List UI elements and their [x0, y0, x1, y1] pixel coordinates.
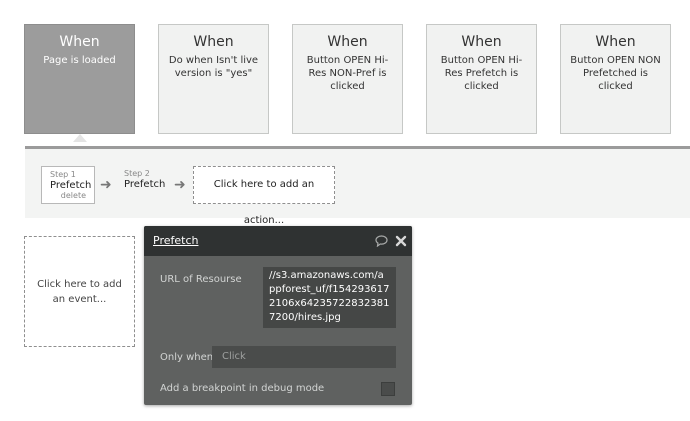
prefetch-property-panel: Prefetch URL of Resourse //s3.amazonaws.… [144, 226, 412, 405]
event-card-hires-prefetch[interactable]: When Button OPEN Hi-Res Prefetch is clic… [426, 24, 537, 134]
panel-header: Prefetch [144, 226, 412, 256]
step-name: Prefetch [50, 180, 92, 191]
event-card-hires-nonpref[interactable]: When Button OPEN Hi-Res NON-Pref is clic… [292, 24, 403, 134]
workflow-step-1[interactable]: Step 1 Prefetch delete [41, 166, 95, 204]
event-card-description: Do when Isn't live version is "yes" [168, 55, 259, 79]
event-card-live-version[interactable]: When Do when Isn't live version is "yes" [158, 24, 269, 134]
breakpoint-checkbox[interactable] [381, 382, 395, 396]
add-event-label: Click here to add an event... [37, 278, 122, 305]
event-card-description: Button OPEN Hi-Res NON-Pref is clicked [306, 55, 389, 92]
selected-event-caret [73, 134, 87, 142]
event-card-page-loaded[interactable]: When Page is loaded [24, 24, 135, 134]
event-card-description: Button OPEN NON Prefetched is clicked [570, 55, 661, 92]
panel-title[interactable]: Prefetch [153, 234, 198, 247]
event-card-title: When [327, 34, 368, 50]
step-label: Step 1 [50, 170, 76, 179]
breakpoint-label: Add a breakpoint in debug mode [160, 383, 325, 394]
event-card-title: When [595, 34, 636, 50]
url-resource-input[interactable]: //s3.amazonaws.com/appforest_uf/f1542936… [263, 267, 396, 328]
add-event-button[interactable]: Click here to add an event... [24, 236, 135, 347]
event-card-title: When [193, 34, 234, 50]
workflow-step-2[interactable]: Step 2 Prefetch [116, 166, 174, 204]
event-card-non-prefetched[interactable]: When Button OPEN NON Prefetched is click… [560, 24, 671, 134]
only-when-label: Only when [160, 352, 214, 363]
event-card-description: Page is loaded [43, 55, 116, 66]
arrow-right-icon: ➜ [174, 177, 186, 193]
event-card-title: When [59, 34, 100, 50]
comment-icon[interactable] [375, 235, 388, 247]
url-field-label: URL of Resourse [160, 274, 242, 285]
only-when-input[interactable]: Click [212, 346, 396, 368]
add-action-button[interactable]: Click here to add an action... [193, 166, 335, 226]
step-name: Prefetch [124, 179, 166, 190]
arrow-right-icon: ➜ [100, 177, 112, 193]
step-label: Step 2 [124, 169, 150, 178]
workflow-actions-bar: Step 1 Prefetch delete ➜ Step 2 Prefetch… [25, 146, 690, 226]
close-icon[interactable] [395, 235, 407, 247]
event-card-title: When [461, 34, 502, 50]
event-card-description: Button OPEN Hi-Res Prefetch is clicked [440, 55, 523, 92]
step-delete-link[interactable]: delete [50, 191, 86, 200]
